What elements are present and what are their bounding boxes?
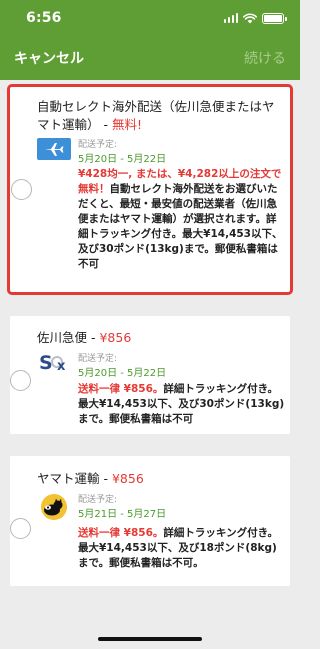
option-price: ¥856 <box>99 330 132 345</box>
option-description: 送料一律 ¥856。詳細トラッキング付き。最大¥14,453以下、及び18ポンド… <box>78 527 279 569</box>
cancel-button[interactable]: キャンセル <box>14 48 84 68</box>
wifi-icon <box>243 12 257 23</box>
battery-icon <box>262 12 287 24</box>
yamato-cat-logo-icon <box>41 494 67 520</box>
home-indicator <box>98 637 202 641</box>
eta-dates: 5月20日 - 5月22日 <box>78 154 167 165</box>
cellular-signal-icon <box>223 13 238 23</box>
option-price: ¥856 <box>111 471 144 486</box>
eta-label: 配送予定: <box>78 140 118 150</box>
eta-label: 配送予定: <box>78 354 118 364</box>
status-icons <box>223 12 287 24</box>
shipping-option-sagawa[interactable]: 佐川急便 - ¥856 S x 配送予定: 5月20日 - 5月22日 送料一律… <box>10 316 290 434</box>
status-bar: 6:56 <box>0 0 300 36</box>
option-title: 自動セレクト海外配送（佐川急便またはヤマト運輸） - 無料! <box>37 99 275 132</box>
eta-dates: 5月21日 - 5月27日 <box>78 509 167 520</box>
option-price: 無料! <box>111 117 142 132</box>
shipping-option-auto[interactable]: 自動セレクト海外配送（佐川急便またはヤマト運輸） - 無料! 配送予定: 5月2… <box>7 84 293 295</box>
status-time: 6:56 <box>26 10 62 26</box>
option-title: 佐川急便 - ¥856 <box>37 330 132 345</box>
continue-button[interactable]: 続ける <box>244 48 286 68</box>
radio-button[interactable] <box>10 370 31 391</box>
airplane-icon <box>37 138 71 160</box>
svg-text:x: x <box>57 359 66 374</box>
sagawa-logo-icon: S x <box>39 352 66 374</box>
eta-label: 配送予定: <box>78 495 118 505</box>
radio-button[interactable] <box>10 518 31 539</box>
option-description: 送料一律 ¥856。詳細トラッキング付き。最大¥14,453以下、及び30ポンド… <box>78 383 285 425</box>
shipping-option-yamato[interactable]: ヤマト運輸 - ¥856 配送予定: 5月21日 - 5月27日 送料一律 ¥8… <box>10 456 290 586</box>
nav-bar: キャンセル 続ける <box>0 36 300 80</box>
option-description: ¥428均一, または、¥4,282以上の注文で無料！自動セレクト海外配送をお選… <box>78 168 283 270</box>
eta-dates: 5月20日 - 5月22日 <box>78 368 167 379</box>
option-title: ヤマト運輸 - ¥856 <box>37 471 144 486</box>
radio-button[interactable] <box>11 179 32 200</box>
app-header: 6:56 キャンセル 続ける <box>0 0 300 80</box>
svg-text:S: S <box>39 352 53 374</box>
